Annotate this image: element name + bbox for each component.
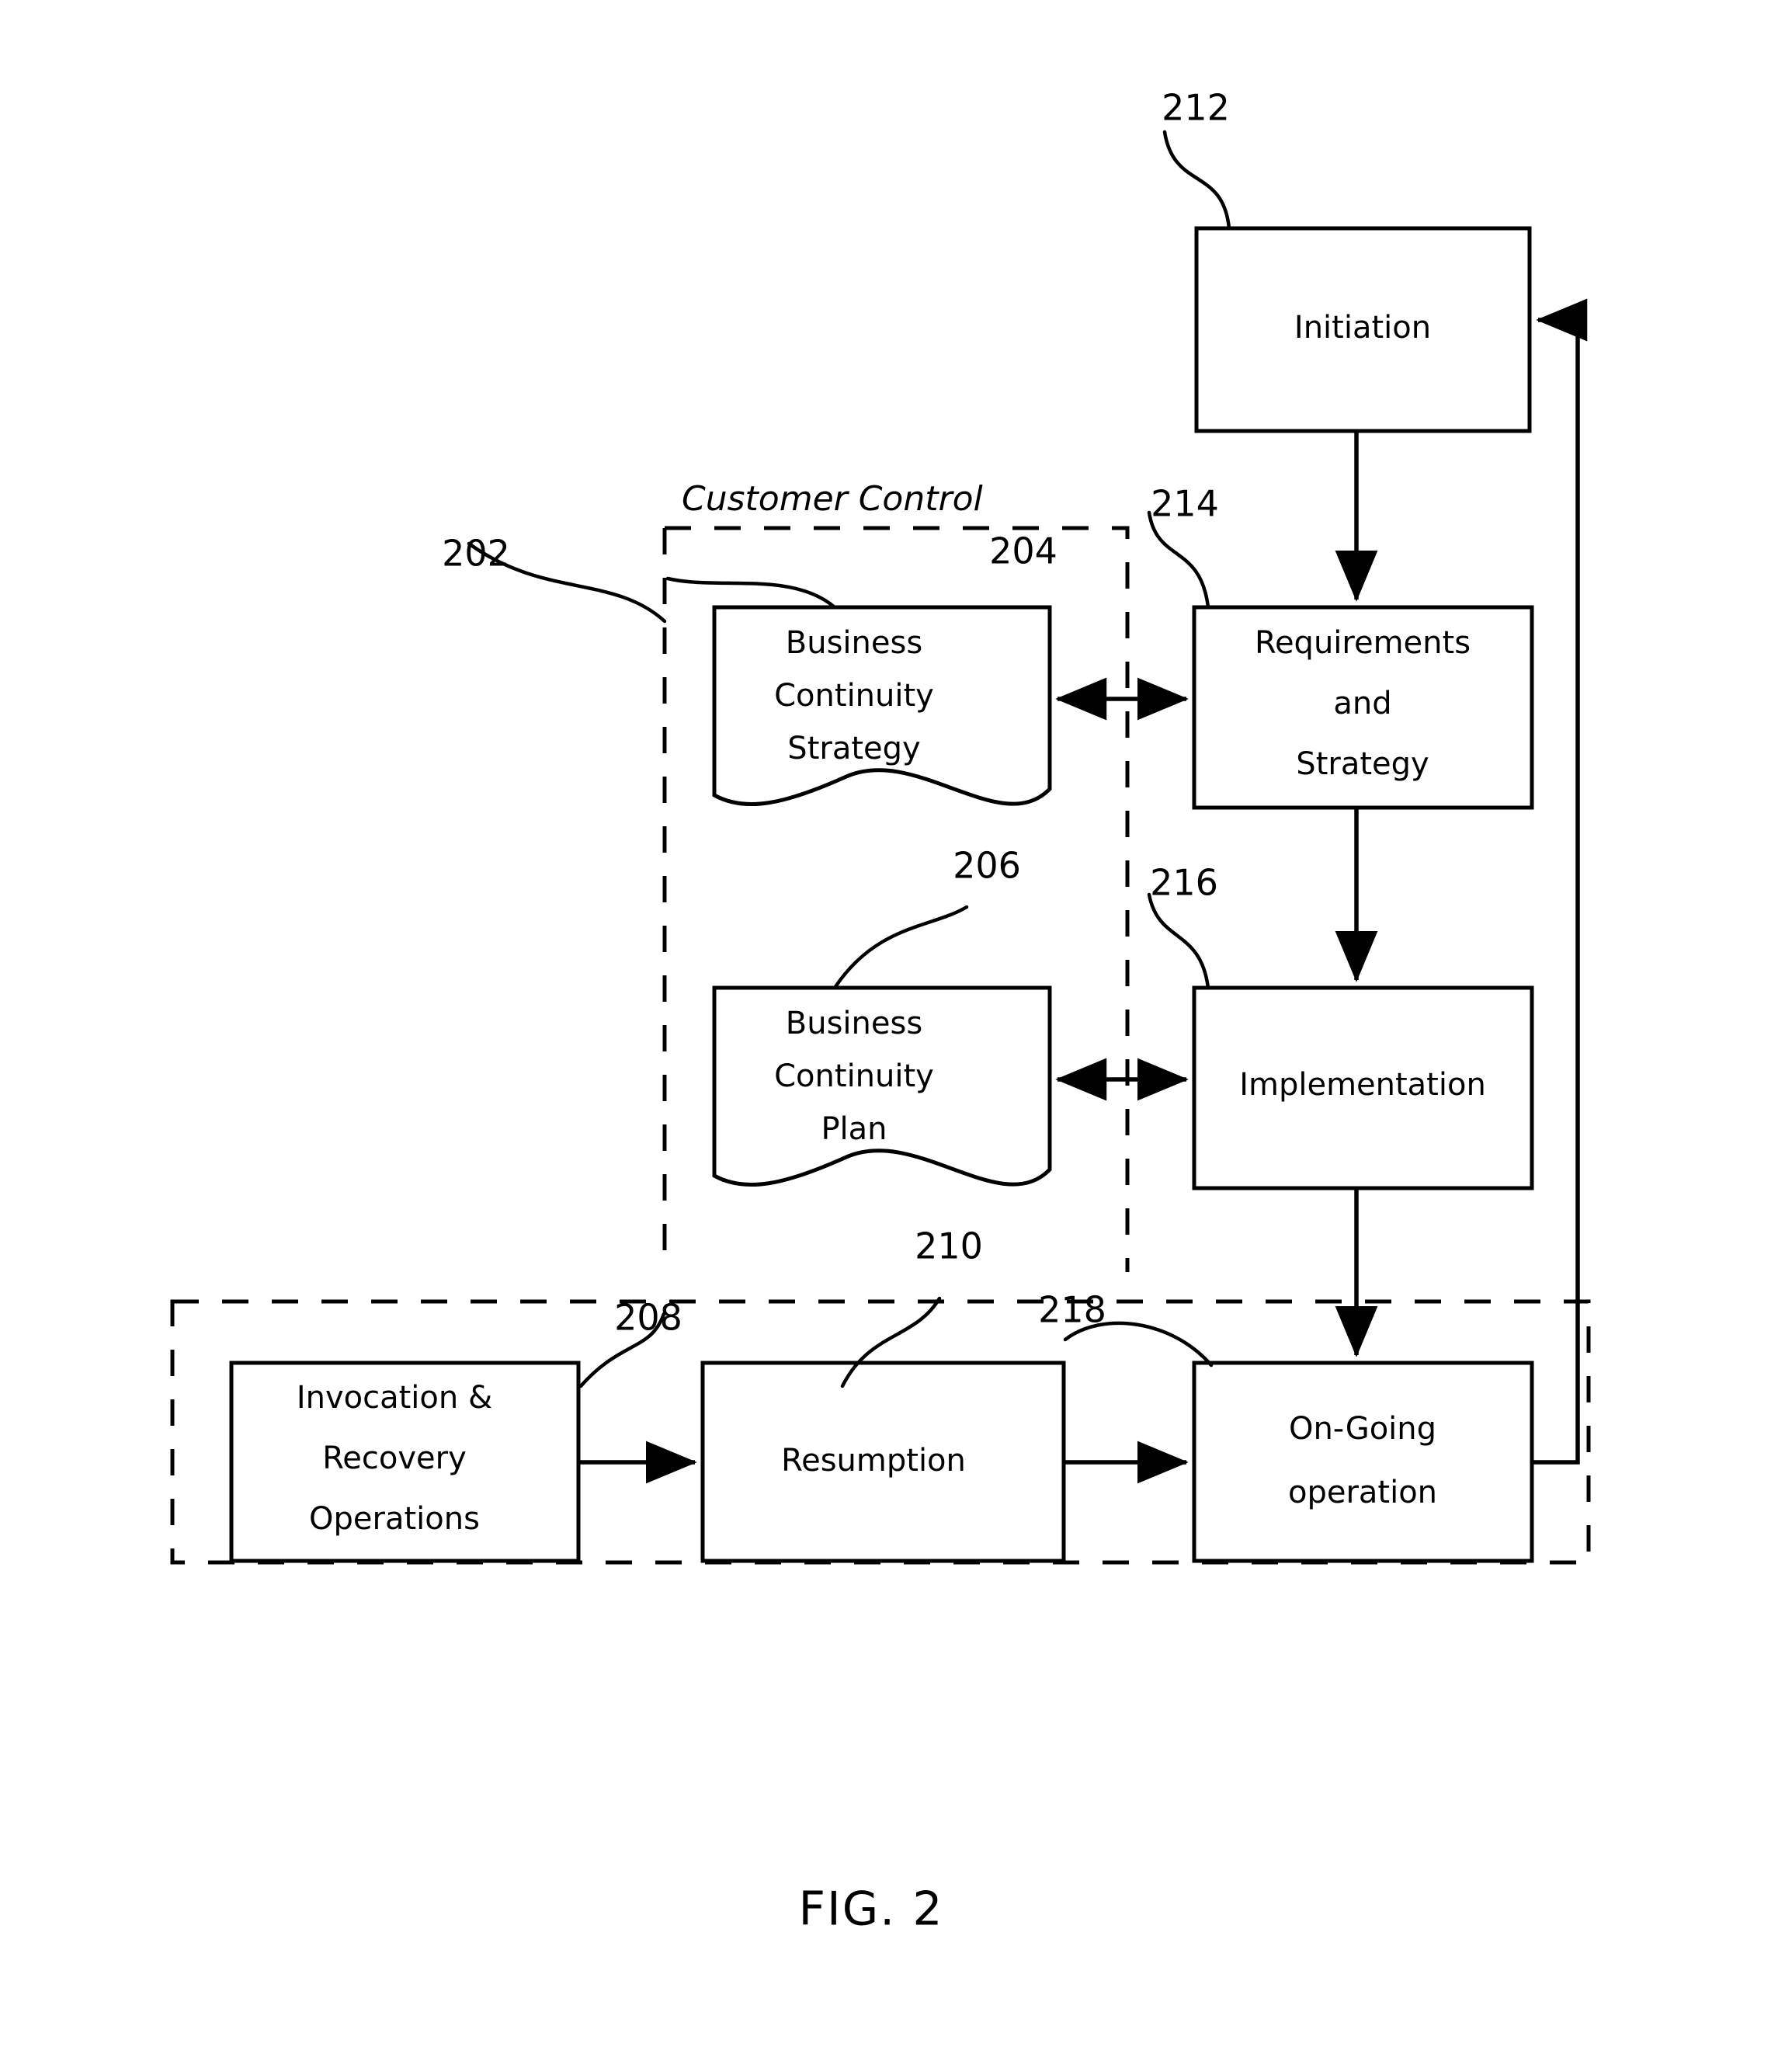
initiation-label: Initiation [1294, 310, 1431, 346]
diagram-canvas: Initiation Requirements and Strategy Imp… [170, 87, 1591, 1937]
ref-num-202: 202 [442, 533, 510, 575]
business-continuity-plan-label-line2: Continuity [774, 1058, 934, 1094]
ref-num-206: 206 [953, 845, 1021, 887]
ref-num-204: 204 [989, 530, 1057, 572]
ref-num-218: 218 [1038, 1289, 1106, 1331]
figure-caption: FIG. 2 [798, 1882, 943, 1937]
business-continuity-strategy-label-line3: Strategy [787, 731, 920, 766]
customer-control-region-title: Customer Control [682, 479, 984, 519]
leader-line-216 [1147, 892, 1210, 990]
requirements-and-strategy-label-line1: Requirements [1255, 625, 1471, 661]
on-going-operation-label-line1: On-Going [1289, 1411, 1436, 1447]
resumption-label: Resumption [781, 1443, 966, 1479]
ref-num-208: 208 [614, 1297, 682, 1339]
on-going-operation-label-line2: operation [1288, 1475, 1437, 1510]
leader-line-212 [1162, 130, 1231, 231]
leader-line-214 [1147, 510, 1210, 610]
ref-num-212: 212 [1162, 87, 1230, 129]
implementation-label: Implementation [1239, 1067, 1486, 1103]
requirements-and-strategy-label-line3: Strategy [1296, 746, 1429, 782]
invocation-and-recovery-operations-label-line1: Invocation & [297, 1380, 492, 1416]
invocation-and-recovery-operations-label-line2: Recovery [322, 1441, 466, 1476]
business-continuity-plan-label-line1: Business [786, 1006, 922, 1041]
leader-line-204 [665, 576, 837, 610]
requirements-and-strategy-label-line2: and [1333, 686, 1391, 721]
connector-ongoing-to-initiation-feedback [1532, 298, 1588, 1465]
ref-num-216: 216 [1150, 862, 1218, 904]
ref-num-210: 210 [915, 1225, 983, 1267]
business-continuity-strategy-label-line1: Business [786, 625, 922, 661]
patent-figure: Initiation Requirements and Strategy Imp… [0, 0, 1792, 2047]
on-going-operation-box[interactable] [1192, 1361, 1534, 1563]
business-continuity-strategy-label-line2: Continuity [774, 678, 934, 714]
ref-num-214: 214 [1151, 483, 1219, 525]
business-continuity-plan-label-line3: Plan [821, 1111, 887, 1147]
leader-line-206 [832, 905, 969, 990]
node-on-going-operation[interactable] [1192, 1361, 1534, 1563]
invocation-and-recovery-operations-label-line3: Operations [309, 1501, 480, 1537]
